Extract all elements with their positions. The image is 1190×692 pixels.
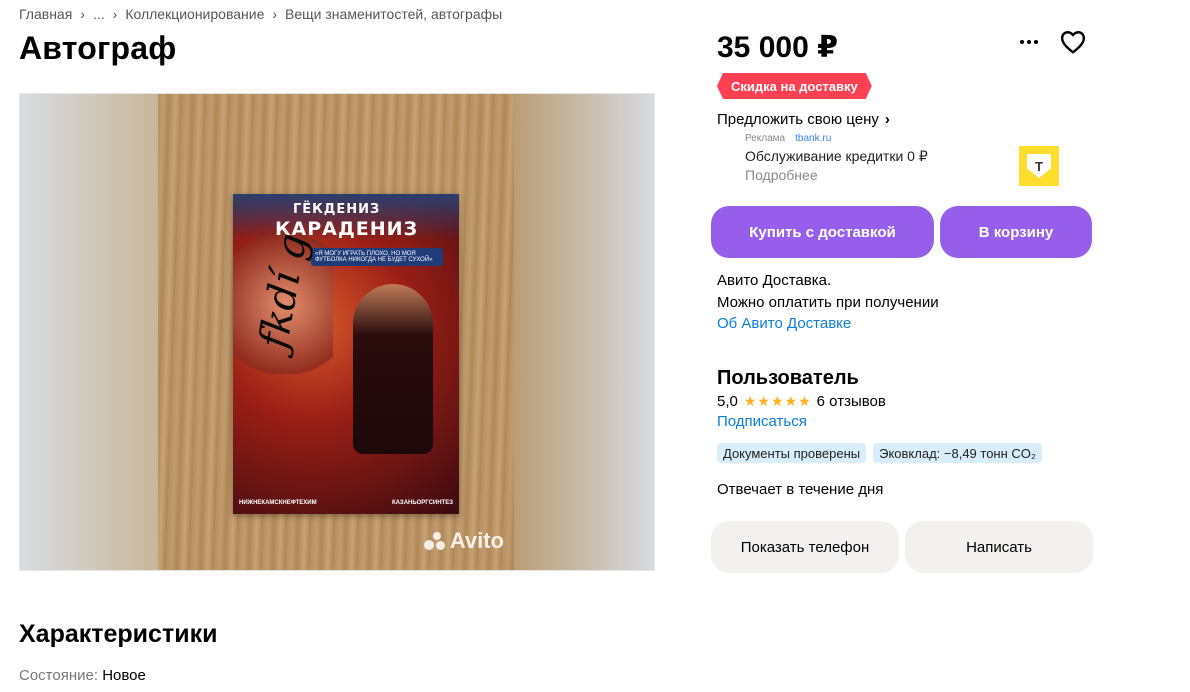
seller-name[interactable]: Пользователь [717, 367, 859, 390]
gallery-blur-left [20, 94, 158, 570]
chevron-right-icon: › [884, 111, 890, 128]
autograph-card: ГЁКДЕНИЗ КАРАДЕНИЗ «Я МОГУ ИГРАТЬ ПЛОХО,… [233, 194, 459, 514]
rating-stars: ★ ★ ★ ★ ★ [744, 393, 811, 410]
spec-row: Состояние: Новое [19, 667, 146, 684]
page-title: Автограф [19, 30, 177, 66]
seller-rating: 5,0 ★ ★ ★ ★ ★ 6 отзывов [717, 393, 886, 410]
ad-title[interactable]: Обслуживание кредитки 0 ₽ [745, 148, 1065, 165]
gallery-blur-right [514, 94, 654, 570]
offer-price-link[interactable]: Предложить свою цену › [717, 111, 890, 128]
card-sponsor-logos: НИЖНЕКАМСКНЕФТЕХИМ КАЗАНЬОРГСИНТЕЗ [239, 500, 453, 506]
chevron-right-icon: › [80, 6, 85, 22]
documents-verified-badge[interactable]: Документы проверены [717, 443, 867, 463]
top-icons [1020, 30, 1086, 54]
tbank-logo-icon[interactable]: Т [1019, 146, 1059, 186]
delivery-info: Авито Доставка. Можно оплатить при получ… [717, 270, 939, 335]
more-icon[interactable] [1020, 40, 1038, 44]
ad-block[interactable]: Реклама tbank.ru Обслуживание кредитки 0… [745, 133, 1065, 188]
ad-meta: Реклама tbank.ru [745, 133, 1065, 144]
show-phone-button[interactable]: Показать телефон [711, 521, 899, 573]
card-logo-left: НИЖНЕКАМСКНЕФТЕХИМ [239, 500, 317, 506]
breadcrumb-home[interactable]: Главная [19, 6, 72, 22]
star-icon: ★ [757, 393, 770, 409]
specs-title: Характеристики [19, 620, 218, 648]
reviews-link[interactable]: 6 отзывов [817, 393, 886, 410]
offer-price-label: Предложить свою цену [717, 111, 879, 128]
breadcrumb-collecting[interactable]: Коллекционирование [125, 6, 264, 22]
breadcrumb: Главная › ... › Коллекционирование › Вещ… [19, 6, 502, 22]
ad-label: Реклама [745, 133, 786, 144]
subscribe-link[interactable]: Подписаться [717, 413, 807, 430]
chevron-right-icon: › [272, 6, 278, 22]
buy-with-delivery-button[interactable]: Купить с доставкой [711, 206, 934, 258]
avito-logo-icon [423, 532, 446, 550]
add-to-cart-button[interactable]: В корзину [940, 206, 1092, 258]
rating-value: 5,0 [717, 393, 738, 410]
price: 35 000 ₽ [717, 31, 838, 64]
listing-photo[interactable]: ГЁКДЕНИЗ КАРАДЕНИЗ «Я МОГУ ИГРАТЬ ПЛОХО,… [158, 94, 516, 570]
star-icon: ★ [770, 393, 784, 409]
delivery-info-link[interactable]: Об Авито Доставке [717, 313, 939, 335]
write-message-button[interactable]: Написать [905, 521, 1093, 573]
seller-badges: Документы проверены Эковклад: −8,49 тонн… [717, 443, 1042, 463]
spec-value: Новое [102, 667, 146, 684]
eco-contribution-badge[interactable]: Эковклад: −8,49 тонн CO₂ [873, 443, 1042, 463]
breadcrumb-celebrity-items[interactable]: Вещи знаменитостей, автографы [285, 6, 502, 22]
card-quote: «Я МОГУ ИГРАТЬ ПЛОХО, НО МОЯ ФУТБОЛКА НИ… [311, 248, 443, 266]
star-icon: ★ [743, 393, 757, 409]
card-name-first: ГЁКДЕНИЗ [293, 202, 381, 217]
delivery-line-2: Можно оплатить при получении [717, 293, 939, 311]
heart-icon[interactable] [1060, 30, 1086, 54]
ad-logo-letter: Т [1027, 154, 1051, 178]
spec-label: Состояние: [19, 667, 99, 684]
star-icon: ★ [784, 393, 798, 409]
card-logo-right: КАЗАНЬОРГСИНТЕЗ [391, 500, 453, 506]
breadcrumb-ellipsis[interactable]: ... [93, 6, 105, 22]
avito-watermark: Avito [423, 528, 504, 554]
star-icon: ★ [798, 393, 811, 409]
chevron-right-icon: › [112, 6, 118, 22]
ad-domain[interactable]: tbank.ru [795, 133, 831, 144]
photo-gallery[interactable]: ГЁКДЕНИЗ КАРАДЕНИЗ «Я МОГУ ИГРАТЬ ПЛОХО,… [19, 93, 655, 571]
discount-badge[interactable]: Скидка на доставку [717, 73, 872, 99]
card-player-art [353, 284, 433, 454]
ad-more-link[interactable]: Подробнее [745, 167, 1065, 183]
response-time: Отвечает в течение дня [717, 481, 884, 498]
delivery-line-1: Авито Доставка. [717, 272, 832, 289]
watermark-text: Avito [449, 528, 504, 553]
